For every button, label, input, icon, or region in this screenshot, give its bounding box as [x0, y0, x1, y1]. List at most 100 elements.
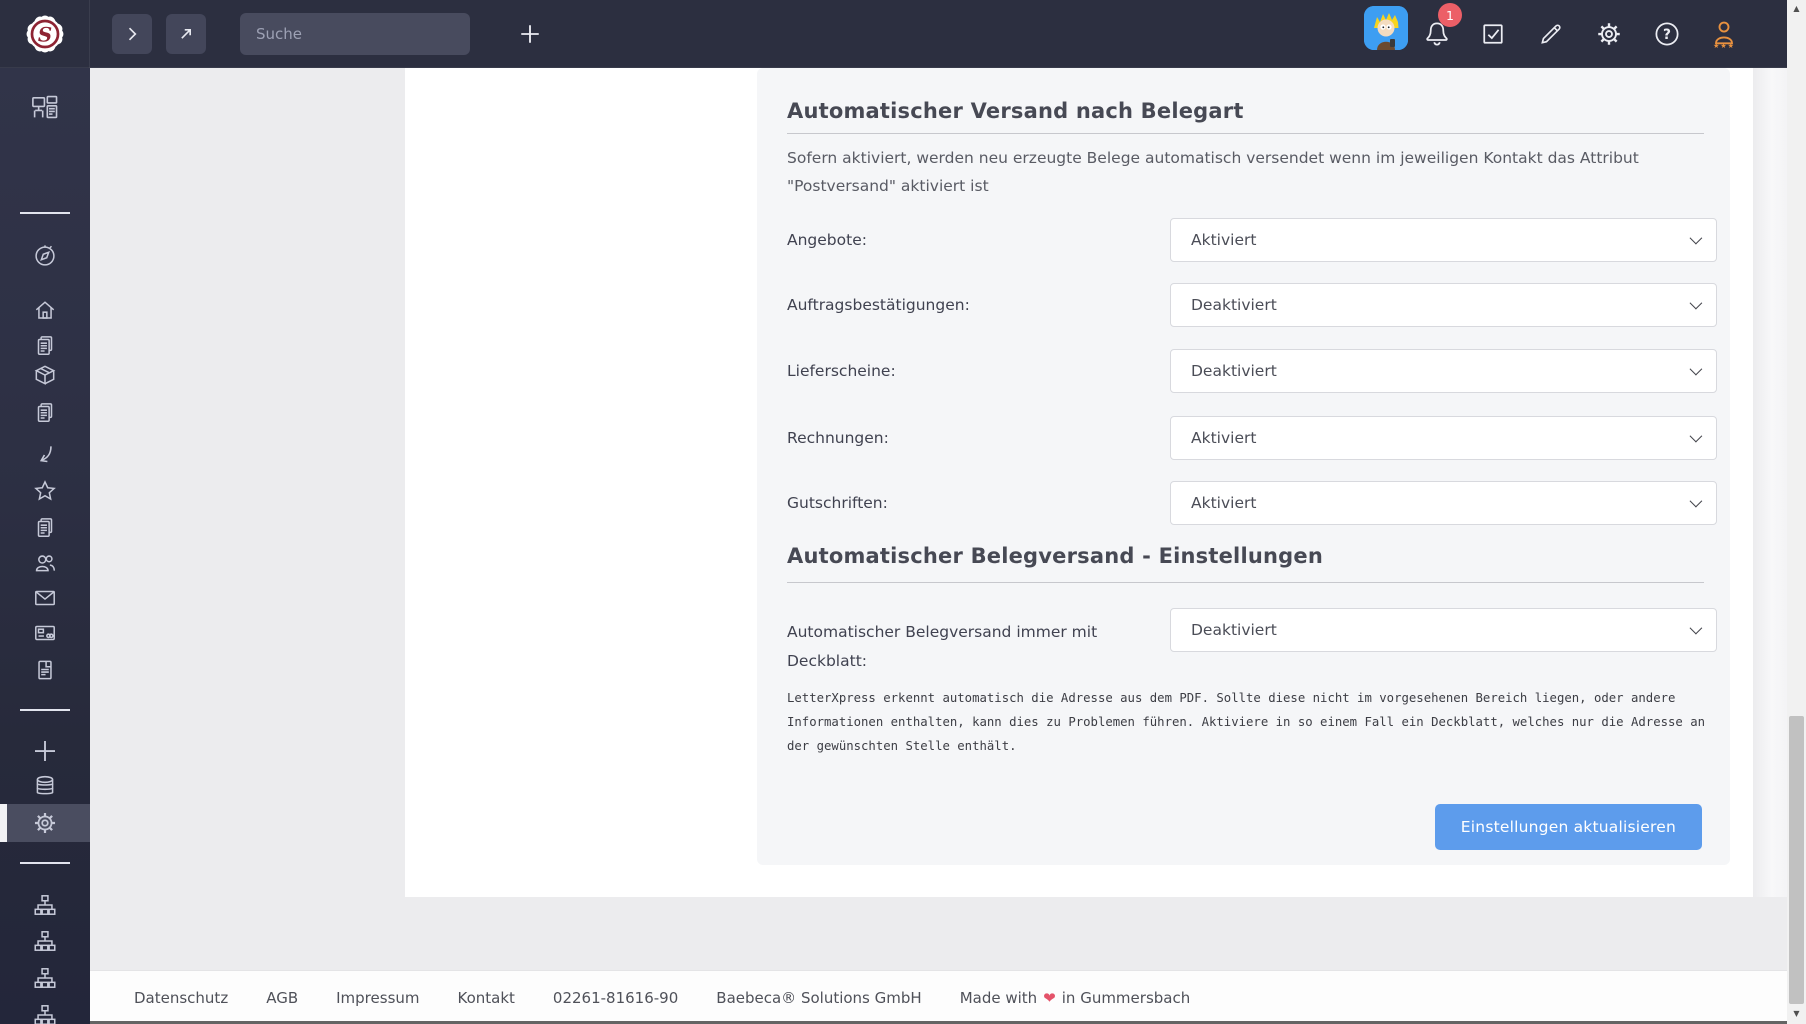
- chevron-down-icon: [1690, 430, 1703, 443]
- payment-card-icon: [32, 620, 58, 646]
- sitemap-icon: [32, 892, 58, 918]
- field-label: Lieferscheine:: [787, 349, 896, 393]
- field-label: Automatischer Belegversand immer mit Dec…: [787, 608, 1107, 652]
- help-button[interactable]: ?: [1651, 18, 1683, 50]
- sidebar-item-workstation[interactable]: [0, 89, 90, 125]
- fullscreen-button[interactable]: [166, 14, 206, 54]
- select-value: Aktiviert: [1191, 429, 1256, 447]
- notification-badge: 1: [1438, 3, 1462, 27]
- contacts-icon: [32, 550, 58, 576]
- main-content: Automatischer Versand nach Belegart Sofe…: [90, 68, 1787, 1024]
- tasks-button[interactable]: [1477, 18, 1509, 50]
- sidebar-item-sitemap-3[interactable]: [0, 960, 90, 996]
- section-divider: [787, 582, 1704, 583]
- documents-icon: [32, 400, 58, 426]
- sidebar-item-payment[interactable]: [0, 615, 90, 651]
- sidebar-item-sitemap-2[interactable]: [0, 923, 90, 959]
- compass-icon: [32, 243, 58, 269]
- footer-link-impressum[interactable]: Impressum: [336, 989, 419, 1007]
- add-new-button[interactable]: [512, 21, 548, 47]
- lieferscheine-select[interactable]: Deaktiviert: [1170, 349, 1717, 393]
- scroll-down-arrow[interactable]: ▼: [1787, 1005, 1806, 1022]
- documents-icon: [32, 657, 58, 683]
- sidebar-item-sitemap-1[interactable]: [0, 887, 90, 923]
- topbar: S: [0, 0, 1787, 68]
- footer-phone[interactable]: 02261-81616-90: [553, 989, 678, 1007]
- sidebar-item-sitemap-4[interactable]: [0, 997, 90, 1024]
- account-role-button[interactable]: ★★★: [1706, 12, 1742, 56]
- settings-form-panel: Automatischer Versand nach Belegart Sofe…: [757, 68, 1730, 865]
- sidebar-item-compass[interactable]: [0, 238, 90, 274]
- gutschriften-select[interactable]: Aktiviert: [1170, 481, 1717, 525]
- sidebar-item-database[interactable]: [0, 768, 90, 804]
- select-value: Aktiviert: [1191, 494, 1256, 512]
- sidebar-divider: [20, 212, 70, 214]
- form-row-deckblatt: Automatischer Belegversand immer mit Dec…: [787, 608, 1704, 652]
- field-label: Auftragsbestätigungen:: [787, 283, 970, 327]
- sidebar: [0, 68, 90, 1024]
- content-card: Automatischer Versand nach Belegart Sofe…: [405, 68, 1787, 897]
- sidebar-item-mail[interactable]: [0, 580, 90, 616]
- footer-link-agb[interactable]: AGB: [266, 989, 298, 1007]
- star-icon: [32, 478, 58, 504]
- sidebar-item-documents-3[interactable]: [0, 510, 90, 546]
- sitemap-icon: [32, 965, 58, 991]
- field-label: Angebote:: [787, 218, 867, 262]
- sidebar-item-documents-2[interactable]: [0, 395, 90, 431]
- footer-link-datenschutz[interactable]: Datenschutz: [134, 989, 228, 1007]
- mail-icon: [32, 585, 58, 611]
- made-with-location: in Gummersbach: [1062, 989, 1190, 1007]
- deckblatt-note: LetterXpress erkennt automatisch die Adr…: [787, 686, 1715, 758]
- chevron-down-icon: [1690, 622, 1703, 635]
- plus-icon: [30, 736, 60, 766]
- home-icon: [32, 297, 58, 323]
- update-settings-button[interactable]: Einstellungen aktualisieren: [1435, 804, 1702, 850]
- field-label: Rechnungen:: [787, 416, 889, 460]
- avatar[interactable]: [1364, 6, 1408, 50]
- gear-icon: [31, 809, 59, 837]
- sidebar-divider: [20, 862, 70, 864]
- scrollbar-thumb[interactable]: [1789, 716, 1804, 1004]
- sidebar-item-add[interactable]: [0, 733, 90, 769]
- form-row-lieferscheine: Lieferscheine: Deaktiviert: [787, 349, 1704, 393]
- app-window: S: [0, 0, 1806, 1024]
- sidebar-item-favorites[interactable]: [0, 473, 90, 509]
- angebote-select[interactable]: Aktiviert: [1170, 218, 1717, 262]
- section-divider: [787, 133, 1704, 134]
- footer-made-with: Made with ❤ in Gummersbach: [960, 989, 1191, 1007]
- import-arrow-icon: [32, 442, 58, 468]
- sidebar-item-documents-4[interactable]: [0, 652, 90, 688]
- footer-link-kontakt[interactable]: Kontakt: [458, 989, 515, 1007]
- sidebar-toggle-button[interactable]: [112, 14, 152, 54]
- gear-s-logo-icon: S: [20, 9, 70, 59]
- scroll-up-arrow[interactable]: ▲: [1787, 0, 1806, 17]
- search-input[interactable]: [240, 13, 470, 55]
- edit-button[interactable]: [1535, 18, 1567, 50]
- section1-title: Automatischer Versand nach Belegart: [787, 99, 1244, 123]
- settings-button[interactable]: [1593, 18, 1625, 50]
- sidebar-item-package[interactable]: [0, 357, 90, 393]
- checkbox-check-icon: [1479, 20, 1507, 48]
- chevron-down-icon: [1690, 297, 1703, 310]
- auftragsbestaetigungen-select[interactable]: Deaktiviert: [1170, 283, 1717, 327]
- expand-icon: [176, 24, 196, 44]
- svg-text:S: S: [37, 22, 51, 46]
- question-circle-icon: ?: [1652, 19, 1682, 49]
- rechnungen-select[interactable]: Aktiviert: [1170, 416, 1717, 460]
- database-icon: [32, 773, 58, 799]
- form-row-angebote: Angebote: Aktiviert: [787, 218, 1704, 262]
- chevron-down-icon: [1690, 363, 1703, 376]
- sidebar-item-settings[interactable]: [0, 804, 90, 842]
- avatar-cartoon-icon: [1364, 6, 1408, 50]
- footer: Datenschutz AGB Impressum Kontakt 02261-…: [90, 970, 1787, 1024]
- deckblatt-select[interactable]: Deaktiviert: [1170, 608, 1717, 652]
- form-row-rechnungen: Rechnungen: Aktiviert: [787, 416, 1704, 460]
- page-scrollbar[interactable]: ▲ ▼: [1787, 0, 1806, 1024]
- package-icon: [32, 362, 58, 388]
- sidebar-item-home[interactable]: [0, 292, 90, 328]
- sidebar-item-import[interactable]: [0, 437, 90, 473]
- sidebar-item-contacts[interactable]: [0, 545, 90, 581]
- gear-icon: [1594, 19, 1624, 49]
- field-label: Gutschriften:: [787, 481, 888, 525]
- app-logo[interactable]: S: [0, 0, 90, 68]
